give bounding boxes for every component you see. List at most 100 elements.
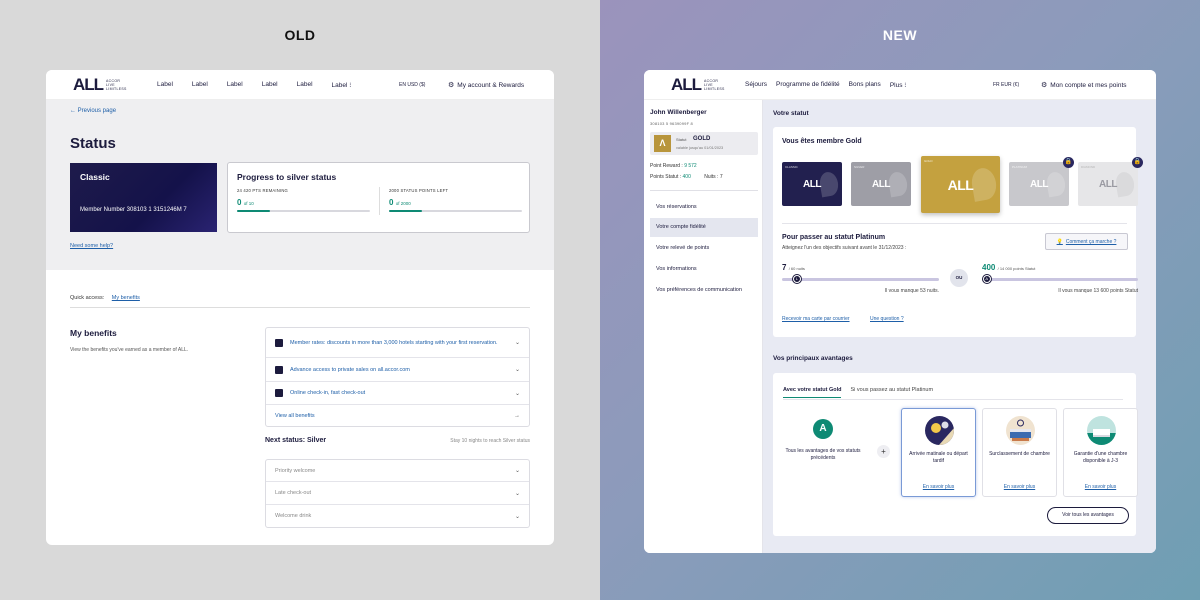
progress-fill	[237, 210, 271, 212]
tab-platinum[interactable]: Si vous passez au statut Platinum	[850, 387, 933, 398]
room-guarantee-icon	[1087, 416, 1116, 445]
divider	[70, 307, 530, 308]
chevron-down-icon: ⌄	[514, 468, 520, 474]
new-label: NEW	[882, 27, 918, 43]
benefits-description: View the benefits you've earned as a mem…	[70, 347, 189, 353]
menu-points-statement[interactable]: Votre relevé de points	[650, 239, 758, 258]
tier-gold[interactable]: GOLD ALL	[921, 156, 1000, 213]
next-benefit-row[interactable]: Priority welcome ⌄	[266, 460, 529, 482]
account-label: Mon compte et mes points	[1050, 81, 1127, 89]
logo-all: ALL	[803, 179, 821, 190]
points-progress-value: 400 / 14 000 points Statut	[982, 263, 1036, 272]
nav-label-more[interactable]: Label ⁝	[332, 81, 352, 89]
nav-label[interactable]: Label	[262, 81, 278, 89]
next-benefit-row[interactable]: Welcome drink ⌄	[266, 505, 529, 527]
nav-label[interactable]: Label	[157, 81, 173, 89]
menu-information[interactable]: Vos informations	[650, 260, 758, 279]
lightbulb-icon: 💡	[1056, 239, 1063, 245]
benefit-row[interactable]: Advance access to private sales on all.a…	[266, 358, 529, 382]
page-title: Status	[70, 135, 116, 152]
nav-label[interactable]: Label	[297, 81, 313, 89]
next-benefit-row[interactable]: Late check-out ⌄	[266, 482, 529, 505]
progress-bar	[389, 210, 522, 212]
tier-classic[interactable]: CLASSIC ALL	[782, 162, 842, 206]
benefits-title: My benefits	[70, 328, 117, 338]
divider	[379, 187, 380, 215]
previous-page-link[interactable]: ← Previous page	[70, 108, 116, 114]
quick-access: Quick access: My benefits	[70, 295, 140, 301]
see-all-advantages-button[interactable]: Voir tous les avantages	[1047, 507, 1129, 524]
my-benefits-link[interactable]: My benefits	[112, 295, 140, 301]
menu-reservations[interactable]: Vos réservations	[650, 198, 758, 217]
status-card: Vous êtes membre Gold CLASSIC ALL SILVER…	[773, 127, 1143, 337]
benefit-row[interactable]: Online check-in, fast check-out ⌄	[266, 382, 529, 405]
nav-sejours[interactable]: Séjours	[745, 81, 767, 89]
tier-platinum[interactable]: PLATINUM ALL	[1009, 162, 1069, 206]
receive-card-link[interactable]: Recevoir ma carte par courrier	[782, 316, 850, 322]
old-logo[interactable]: ALL ACCOR LIVE LIMITLESS	[73, 76, 127, 93]
menu-loyalty-account[interactable]: Votre compte fidélité	[650, 218, 758, 237]
lang-currency[interactable]: EN USD ($)	[399, 82, 425, 88]
lock-icon: 🔒	[1063, 157, 1074, 168]
advantages-tabs: Avec votre statut Gold Si vous passez au…	[783, 387, 933, 398]
advantage-card-checkout[interactable]: Arrivée matinale ou départ tardif En sav…	[901, 408, 976, 497]
status-points: Points Statut : 400 Nuits : 7	[650, 174, 723, 180]
nights-progress-value: 7 / 60 nuits	[782, 263, 805, 272]
logo-all: ALL	[1030, 179, 1048, 190]
nav-label[interactable]: Label	[192, 81, 208, 89]
chevron-down-icon: ⌄	[514, 513, 520, 520]
member-number: Member Number 308103 1 3151246M 7	[80, 207, 187, 213]
divider	[783, 399, 1123, 400]
tier-diamond[interactable]: DIAMOND ALL	[1078, 162, 1138, 206]
old-header: ALL ACCOR LIVE LIMITLESS Label Label Label…	[46, 70, 554, 100]
user-gear-icon: ⚙	[448, 82, 455, 89]
learn-more-link[interactable]: En savoir plus	[1064, 484, 1137, 490]
advantage-card-upgrade[interactable]: Surclassement de chambre En savoir plus	[982, 408, 1057, 497]
account-link[interactable]: ⚙ Mon compte et mes points	[1041, 81, 1127, 90]
divider	[782, 223, 1127, 224]
card-status: Classic	[80, 172, 110, 182]
account-sidebar: John Willenberger 308103 5 9639099F 8 Λ …	[644, 100, 763, 553]
user-gear-icon: ⚙	[1041, 82, 1048, 89]
help-link[interactable]: Need some help?	[70, 243, 113, 249]
or-separator: OU	[950, 269, 968, 287]
arrow-right-icon: →	[514, 412, 520, 419]
tab-gold[interactable]: Avec votre statut Gold	[783, 387, 842, 398]
progress-fill	[389, 210, 423, 212]
logo-all: ALL	[872, 179, 890, 190]
view-all-benefits[interactable]: View all benefits →	[266, 405, 529, 426]
lock-icon: 🔒	[1132, 157, 1143, 168]
benefit-icon	[275, 338, 283, 347]
new-logo[interactable]: ALL ACCOR LIVE LIMITLESS	[671, 76, 725, 93]
learn-more-link[interactable]: En savoir plus	[983, 484, 1056, 490]
nav-programme[interactable]: Programme de fidélité	[776, 81, 840, 89]
reward-points: Point Reward : 9 572	[650, 163, 697, 169]
points-slider-handle: A	[982, 275, 991, 283]
nav-label[interactable]: Label	[227, 81, 243, 89]
account-link[interactable]: ⚙ My account & Rewards	[448, 81, 525, 90]
status-section-title: Votre statut	[773, 110, 809, 117]
benefit-row[interactable]: Member rates: discounts in more than 3,0…	[266, 328, 529, 358]
benefit-icon	[275, 389, 283, 397]
next-status-hint: Stay 10 nights to reach Silver status	[450, 438, 530, 444]
account-label: My account & Rewards	[457, 81, 525, 89]
nav-plus[interactable]: Plus ⁝	[890, 81, 907, 89]
new-panel: NEW ALL ACCOR LIVE LIMITLESS Séjours Progr…	[600, 0, 1200, 600]
menu-communication[interactable]: Vos préférences de communication	[650, 281, 758, 300]
question-link[interactable]: Une question ?	[870, 316, 904, 322]
accor-icon: A	[813, 419, 833, 439]
logo-all: ALL	[1099, 179, 1117, 190]
previous-advantages: A Tous les avantages de vos statuts préc…	[783, 419, 863, 462]
old-panel: OLD ALL ACCOR LIVE LIMITLESS Label Label L…	[0, 0, 600, 600]
chevron-down-icon: ⌄	[514, 367, 520, 373]
nights-slider-handle: L	[792, 275, 801, 283]
lang-currency[interactable]: FR EUR (€)	[993, 82, 1019, 88]
learn-more-link[interactable]: En savoir plus	[902, 484, 975, 490]
new-page: ALL ACCOR LIVE LIMITLESS Séjours Programme…	[644, 70, 1156, 553]
progress-bar	[237, 210, 370, 212]
tier-silver[interactable]: SILVER ALL	[851, 162, 911, 206]
classic-card: Classic Member Number 308103 1 3151246M …	[70, 163, 217, 232]
how-it-works-button[interactable]: 💡 Comment ça marche ?	[1045, 233, 1128, 250]
nav-bons-plans[interactable]: Bons plans	[849, 81, 881, 89]
advantage-card-guarantee[interactable]: Garantie d'une chambre disponible à J-3 …	[1063, 408, 1138, 497]
